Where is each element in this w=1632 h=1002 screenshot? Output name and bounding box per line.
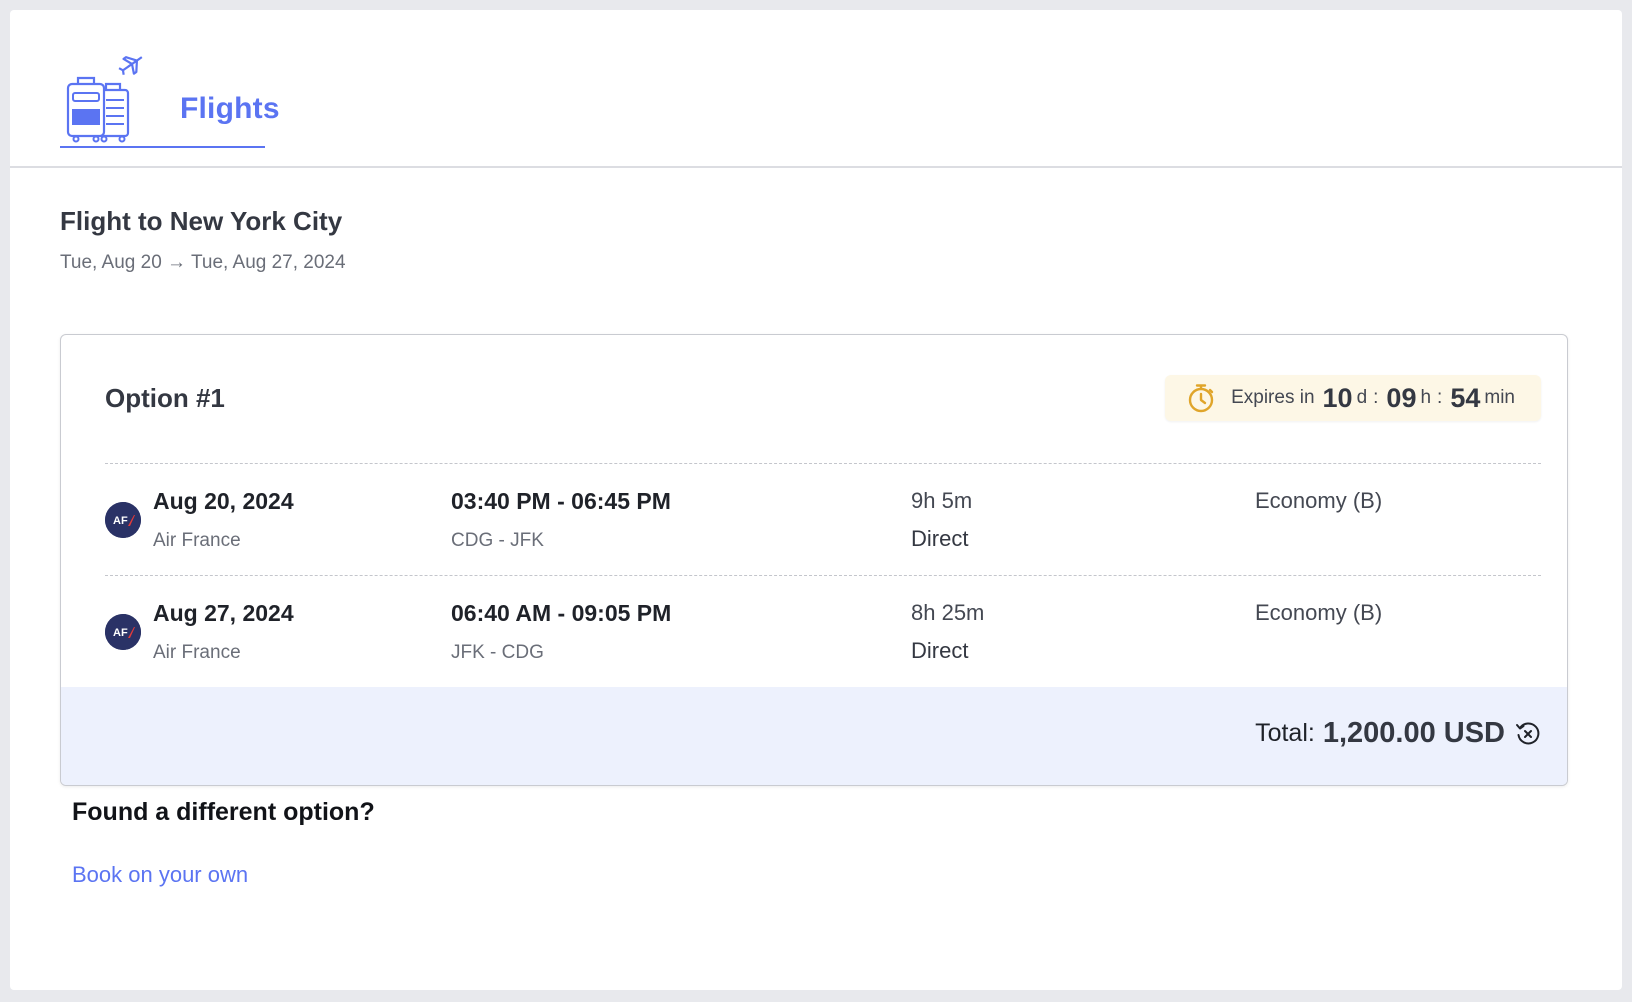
flights-tab[interactable]: Flights (60, 40, 280, 148)
flight-route: CDG - JFK (451, 530, 544, 551)
airline-code: AF (113, 515, 128, 527)
flight-airline: Air France (153, 530, 241, 551)
expires-minutes-unit: min (1484, 387, 1515, 408)
flight-cabin: Economy (B) (1255, 600, 1383, 625)
refund-cancel-icon[interactable] (1515, 721, 1541, 747)
flight-row: AF Aug 20, 2024 Air France 03:40 PM - 06… (105, 463, 1541, 574)
expires-separator: : (1437, 387, 1443, 408)
total-amount: 1,200.00 USD (1322, 717, 1505, 749)
trip-dates: Tue, Aug 20 → Tue, Aug 27, 2024 (60, 252, 346, 273)
airline-code: AF (113, 627, 128, 639)
flight-time: 06:40 AM - 09:05 PM (451, 600, 672, 626)
trip-title: Flight to New York City (60, 206, 343, 236)
page-card: Flights Flight to New York City Tue, Aug… (10, 10, 1622, 990)
flight-row: AF Aug 27, 2024 Air France 06:40 AM - 09… (105, 575, 1541, 686)
total-label: Total: (1255, 719, 1315, 747)
expires-separator: : (1373, 387, 1379, 408)
expires-minutes: 54 (1450, 382, 1481, 413)
flight-route: JFK - CDG (451, 642, 544, 663)
air-france-logo-icon: AF (105, 502, 141, 538)
flights-tab-label: Flights (180, 92, 280, 125)
flight-duration: 9h 5m (911, 488, 973, 513)
luggage-plane-icon (66, 56, 143, 143)
flight-duration: 8h 25m (911, 600, 985, 625)
header: Flights (10, 10, 1622, 168)
book-on-your-own-link[interactable]: Book on your own (72, 862, 248, 888)
stopwatch-icon (1188, 384, 1214, 413)
flight-time: 03:40 PM - 06:45 PM (451, 488, 671, 514)
expires-days: 10 (1322, 382, 1353, 413)
flight-date: Aug 20, 2024 (153, 488, 294, 514)
different-option-heading: Found a different option? (72, 798, 375, 826)
option-title: Option #1 (105, 383, 225, 413)
air-france-logo-icon: AF (105, 614, 141, 650)
option-card: Option #1 Expires in 10 d : 09 h : 54 mi… (60, 334, 1568, 786)
flight-cabin: Economy (B) (1255, 488, 1383, 513)
expires-hours-unit: h (1420, 387, 1432, 408)
flight-airline: Air France (153, 642, 241, 663)
expires-days-unit: d (1356, 387, 1368, 408)
expires-badge: Expires in 10 d : 09 h : 54 min (1165, 375, 1541, 421)
total-bar: Total: 1,200.00 USD (61, 687, 1567, 785)
expires-prefix: Expires in (1231, 387, 1315, 408)
expires-hours: 09 (1386, 382, 1417, 413)
flight-stops: Direct (911, 638, 969, 663)
flight-date: Aug 27, 2024 (153, 600, 294, 626)
flight-stops: Direct (911, 526, 969, 551)
total-price: Total: 1,200.00 USD (1255, 717, 1541, 750)
